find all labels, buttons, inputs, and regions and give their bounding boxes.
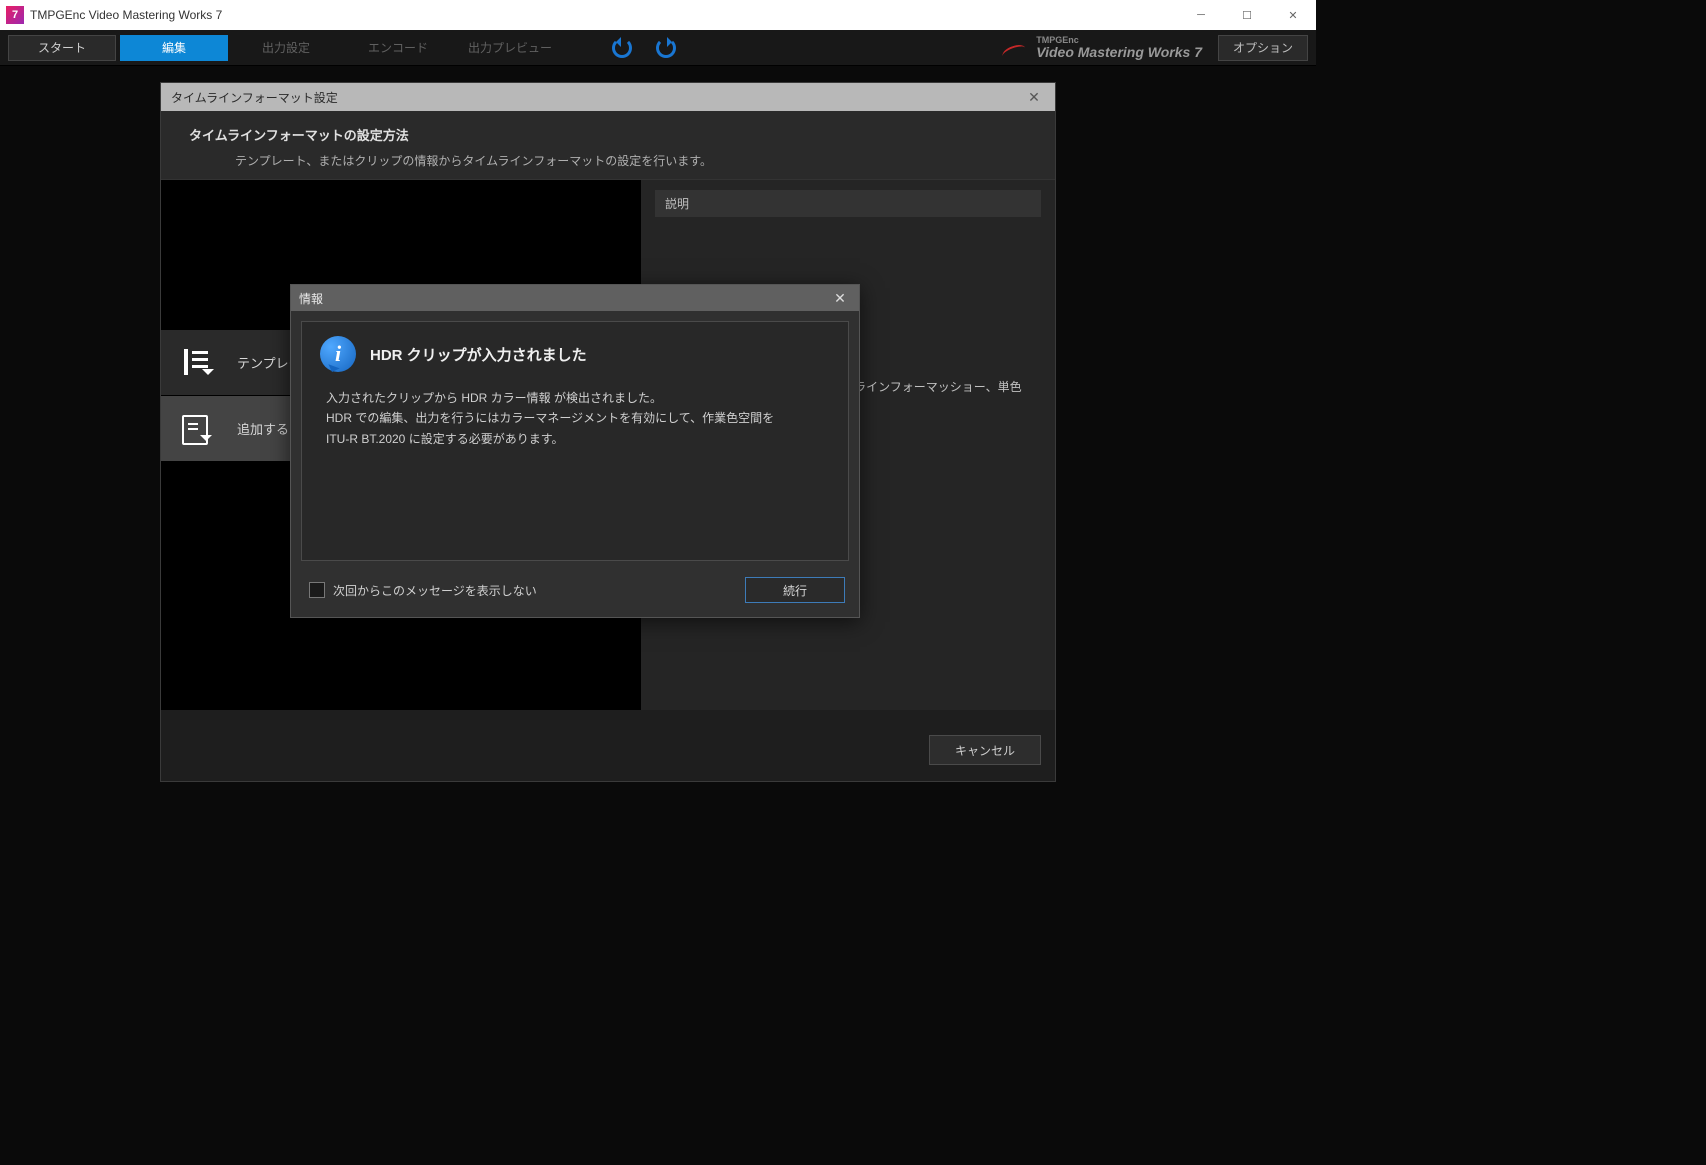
format-dialog-header: タイムラインフォーマットの設定方法 テンプレート、またはクリップの情報からタイム… <box>161 111 1055 180</box>
tab-output-settings[interactable]: 出力設定 <box>232 35 340 61</box>
tab-edit[interactable]: 編集 <box>120 35 228 61</box>
window-controls: ─ ☐ ✕ <box>1178 0 1316 30</box>
format-dialog-title: タイムラインフォーマット設定 <box>171 89 1023 106</box>
info-modal-title: 情報 <box>299 290 829 307</box>
info-line-3: ITU-R BT.2020 に設定する必要があります。 <box>326 429 830 449</box>
tab-output-preview[interactable]: 出力プレビュー <box>456 35 564 61</box>
info-modal-footer: 次回からこのメッセージを表示しない 続行 <box>291 571 859 617</box>
format-header-desc: テンプレート、またはクリップの情報からタイムラインフォーマットの設定を行います。 <box>189 152 1035 169</box>
brand-logo: TMPGEnc Video Mastering Works 7 <box>1002 36 1202 59</box>
info-modal-header: i HDR クリップが入力されました <box>320 336 830 372</box>
window-titlebar: 7 TMPGEnc Video Mastering Works 7 ─ ☐ ✕ <box>0 0 1316 30</box>
info-modal-content: i HDR クリップが入力されました 入力されたクリップから HDR カラー情報… <box>301 321 849 561</box>
cancel-button[interactable]: キャンセル <box>929 735 1041 765</box>
tab-start[interactable]: スタート <box>8 35 116 61</box>
info-line-1: 入力されたクリップから HDR カラー情報 が検出されました。 <box>326 388 830 408</box>
close-button[interactable]: ✕ <box>1270 0 1316 30</box>
format-dialog-titlebar: タイムラインフォーマット設定 ✕ <box>161 83 1055 111</box>
info-modal-heading: HDR クリップが入力されました <box>370 344 587 365</box>
clip-file-icon <box>180 413 212 445</box>
format-dialog-footer: キャンセル <box>929 735 1041 765</box>
info-icon: i <box>320 336 356 372</box>
main-area: タイムラインフォーマット設定 ✕ タイムラインフォーマットの設定方法 テンプレー… <box>0 66 1316 898</box>
dont-show-label[interactable]: 次回からこのメッセージを表示しない <box>333 582 737 599</box>
info-modal-close-icon[interactable]: ✕ <box>829 287 851 309</box>
minimize-button[interactable]: ─ <box>1178 0 1224 30</box>
dont-show-checkbox[interactable] <box>309 582 325 598</box>
info-modal-titlebar: 情報 ✕ <box>291 285 859 311</box>
info-modal: 情報 ✕ i HDR クリップが入力されました 入力されたクリップから HDR … <box>290 284 860 618</box>
tab-encode[interactable]: エンコード <box>344 35 452 61</box>
options-button[interactable]: オプション <box>1218 35 1308 61</box>
app-icon: 7 <box>6 6 24 24</box>
brand-bottom-text: Video Mastering Works 7 <box>1036 45 1202 59</box>
window-title: TMPGEnc Video Mastering Works 7 <box>30 8 1178 22</box>
panel-item-add-clip-label: 追加する <box>231 419 289 438</box>
maximize-button[interactable]: ☐ <box>1224 0 1270 30</box>
info-modal-text: 入力されたクリップから HDR カラー情報 が検出されました。 HDR での編集… <box>320 388 830 449</box>
template-list-icon <box>180 347 212 379</box>
format-header-title: タイムラインフォーマットの設定方法 <box>189 125 1035 144</box>
continue-button[interactable]: 続行 <box>745 577 845 603</box>
brand-swoosh-icon <box>1002 38 1028 58</box>
undo-icon <box>612 38 632 58</box>
main-toolbar: スタート 編集 出力設定 エンコード 出力プレビュー TMPGEnc Video… <box>0 30 1316 66</box>
info-line-2: HDR での編集、出力を行うにはカラーマネージメントを有効にして、作業色空間を <box>326 408 830 428</box>
redo-button[interactable] <box>646 35 686 61</box>
undo-button[interactable] <box>602 35 642 61</box>
description-header: 説明 <box>655 190 1041 217</box>
format-dialog-close-icon[interactable]: ✕ <box>1023 86 1045 108</box>
redo-icon <box>656 38 676 58</box>
